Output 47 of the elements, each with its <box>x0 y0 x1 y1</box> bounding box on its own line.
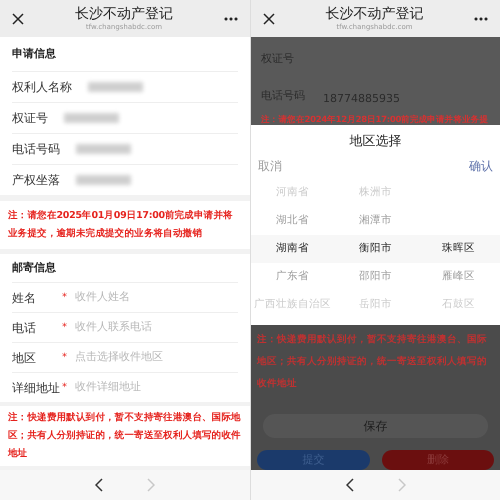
save-button[interactable]: 保存 <box>263 414 488 438</box>
input-field[interactable]: 收件详细地址 <box>75 379 238 396</box>
more-icon[interactable] <box>474 16 488 20</box>
field-label: 权证号 <box>12 110 48 127</box>
blurred-value <box>64 113 119 123</box>
more-icon[interactable] <box>224 16 238 20</box>
picker-option: 邵阳市 <box>334 269 417 286</box>
page-title: 长沙不动产登记 <box>75 6 173 22</box>
field-label: 地区 <box>12 350 37 366</box>
input-field[interactable]: 点击选择收件地区 <box>75 349 238 366</box>
cancel-button[interactable]: 取消 <box>258 157 282 176</box>
field-label: 权利人名称 <box>12 79 72 96</box>
deadline-notice: 注：请您在2024年12月28日17:00前完成申请并将业务提 <box>261 114 490 126</box>
blurred-value <box>88 82 143 92</box>
close-icon[interactable] <box>12 12 24 24</box>
close-icon[interactable] <box>263 12 275 24</box>
deadline-notice: 注：请您在2025年01月09日17:00前完成申请并将业务提交，逾期未完成提交的业务将自动撤销 <box>8 208 234 241</box>
picker-option: 珠晖区 <box>417 241 500 258</box>
picker-option: 雁峰区 <box>417 269 500 286</box>
blurred-value <box>76 144 131 154</box>
picker-row[interactable]: 广东省 邵阳市 雁峰区 <box>251 263 500 292</box>
field-label: 产权坐落 <box>12 172 60 189</box>
required-mark: * <box>62 321 67 335</box>
required-mark: * <box>62 381 67 395</box>
picker-row[interactable]: 湖南省 衡阳市 珠晖区 <box>251 235 500 264</box>
section-title: 申请信息 <box>12 46 57 62</box>
section-title: 邮寄信息 <box>12 260 57 276</box>
picker-row[interactable]: 湖北省 湘潭市 <box>251 207 500 236</box>
picker-title: 地区选择 <box>348 132 402 150</box>
field-label: 电话 <box>12 320 37 336</box>
picker-option: 衡阳市 <box>334 241 417 258</box>
shipping-notice: 注：快递费用默认到付，暂不支持寄往港澳台、国际地区；共有人分别持证的，统一寄送至权利人填写的收件地址 <box>257 332 488 392</box>
field-label: 详细地址 <box>12 380 61 396</box>
blurred-value <box>76 175 131 185</box>
input-field[interactable]: 收件人联系电话 <box>75 319 238 336</box>
picker-option: 湘潭市 <box>334 213 417 230</box>
picker-option: 湖北省 <box>251 213 334 230</box>
field-label: 姓名 <box>12 290 37 306</box>
shipping-notice: 注：快递费用默认到付，暂不支持寄往港澳台、国际地区；共有人分别持证的，统一寄送至权利人填写的收件地址 <box>8 410 242 461</box>
required-mark: * <box>62 291 67 305</box>
confirm-button[interactable]: 确认 <box>469 157 493 176</box>
picker-option: 广东省 <box>251 269 334 286</box>
page-title: 长沙不动产登记 <box>326 6 424 22</box>
picker-option: 湖南省 <box>251 241 334 258</box>
field-label: 电话号码 <box>12 141 60 158</box>
required-mark: * <box>62 351 67 365</box>
input-field[interactable]: 收件人姓名 <box>75 289 238 306</box>
